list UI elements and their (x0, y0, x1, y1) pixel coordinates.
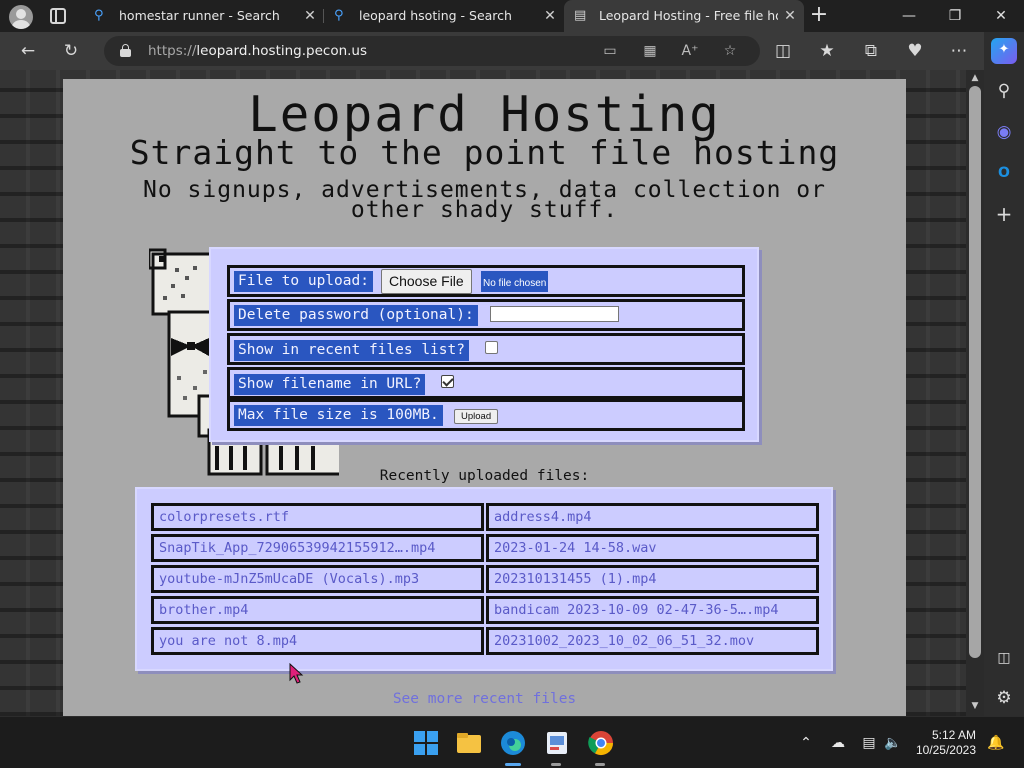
close-tab-icon[interactable]: ✕ (302, 0, 318, 32)
search-icon[interactable]: ⚲ (992, 79, 1016, 103)
scroll-up-icon[interactable]: ▲ (969, 73, 981, 83)
url-text[interactable]: https://leopard.hosting.pecon.us (148, 36, 367, 66)
file-row: File to upload: Choose File No file chos… (227, 265, 745, 297)
onedrive-cloud-icon[interactable]: ☁ (828, 733, 848, 753)
recent-file-link[interactable]: 2023-01-24 14-58.wav (486, 534, 819, 562)
tab-title: homestar runner - Search (119, 8, 280, 23)
sidebar-toggle-icon[interactable]: ◫ (992, 646, 1016, 670)
tab-leopard-hosting[interactable]: ▤ Leopard Hosting - Free file hosti ✕ (564, 0, 804, 32)
close-window-button[interactable]: ✕ (978, 0, 1024, 32)
no-file-chosen-text: No file chosen (481, 271, 549, 292)
new-tab-button[interactable]: + (808, 4, 830, 26)
paint-running-indicator (551, 763, 561, 766)
clock-date: 10/25/2023 (915, 743, 976, 757)
close-tab-icon[interactable]: ✕ (782, 0, 798, 32)
tab-title: Leopard Hosting - Free file hosti (599, 8, 778, 23)
choose-file-button[interactable]: Choose File (381, 269, 472, 294)
recent-file-link[interactable]: 20231002_2023_10_02_06_51_32.mov (486, 627, 819, 655)
browser-essentials-icon[interactable]: ♥ (904, 40, 926, 62)
recent-file-link[interactable]: bandicam 2023-10-09 02-47-36-5….mp4 (486, 596, 819, 624)
chrome-browser-icon[interactable] (587, 729, 615, 757)
copilot-discover-icon[interactable]: ◉ (992, 120, 1016, 144)
edge-browser-icon[interactable] (499, 729, 527, 757)
recent-file-link[interactable]: brother.mp4 (151, 596, 484, 624)
page-title: Leopard Hosting (248, 86, 721, 143)
search-icon: ⚲ (334, 8, 344, 23)
tab-actions-icon[interactable] (50, 8, 66, 24)
password-row: Delete password (optional): (227, 299, 745, 331)
page-subtitle: Straight to the point file hosting (129, 133, 840, 172)
notification-bell-icon[interactable]: 🔔 (986, 733, 1006, 753)
recent-file-link[interactable]: youtube-mJnZ5mUcaDE (Vocals).mp3 (151, 565, 484, 593)
page-icon: ▤ (574, 8, 587, 23)
page-tagline: No signups, advertisements, data collect… (143, 177, 826, 223)
profile-avatar-icon[interactable] (9, 5, 33, 29)
add-icon[interactable]: + (992, 202, 1016, 226)
recent-file-link[interactable]: SnapTik_App_72906539942155912….mp4 (151, 534, 484, 562)
more-menu-icon[interactable]: ⋯ (948, 40, 970, 62)
address-bar[interactable]: https://leopard.hosting.pecon.us ▭ ▦ A⁺ … (104, 36, 760, 66)
lock-icon[interactable] (120, 44, 131, 57)
page-viewport: Leopard Hosting Straight to the point fi… (0, 70, 966, 716)
outlook-icon[interactable]: O (992, 161, 1016, 185)
windows-start-icon[interactable] (412, 729, 440, 757)
restore-button[interactable]: ❐ (932, 0, 978, 32)
chrome-running-indicator (595, 763, 605, 766)
apps-grid-icon[interactable]: ▦ (640, 41, 660, 61)
minimize-button[interactable]: — (886, 0, 932, 32)
page-scrollbar[interactable]: ▲ ▼ (966, 70, 984, 716)
filename-label: Show filename in URL? (234, 374, 426, 395)
password-label: Delete password (optional): (234, 305, 478, 326)
file-explorer-icon[interactable] (455, 729, 483, 757)
mouse-cursor-icon (289, 663, 304, 684)
tab-homestar-search[interactable]: ⚲ homestar runner - Search ✕ (84, 0, 324, 32)
recent-list-row: Show in recent files list? (227, 333, 745, 365)
delete-password-field[interactable] (490, 306, 619, 322)
edge-running-indicator (505, 763, 521, 766)
recent-file-link[interactable]: you are not 8.mp4 (151, 627, 484, 655)
recent-file-link[interactable]: address4.mp4 (486, 503, 819, 531)
back-arrow-icon[interactable]: ← (17, 40, 39, 62)
browser-toolbar: ← ↻ https://leopard.hosting.pecon.us ▭ ▦… (0, 32, 984, 70)
page-content: Leopard Hosting Straight to the point fi… (63, 79, 906, 716)
close-tab-icon[interactable]: ✕ (542, 0, 558, 32)
recent-files-panel: colorpresets.rtf address4.mp4 SnapTik_Ap… (135, 487, 833, 671)
refresh-icon[interactable]: ↻ (60, 40, 82, 62)
filename-row: Show filename in URL? (227, 367, 745, 399)
tab-title: leopard hsoting - Search (359, 8, 512, 23)
collections-icon[interactable]: ⧉ (860, 40, 882, 62)
max-size-label: Max file size is 100MB. (234, 405, 443, 426)
search-icon: ⚲ (94, 8, 104, 23)
recent-list-label: Show in recent files list? (234, 340, 469, 361)
tab-leopard-search[interactable]: ⚲ leopard hsoting - Search ✕ (324, 0, 564, 32)
max-size-row: Max file size is 100MB. Upload (227, 399, 745, 431)
settings-gear-icon[interactable]: ⚙ (992, 686, 1016, 710)
upload-form: File to upload: Choose File No file chos… (209, 247, 759, 442)
favorites-icon[interactable]: ★ (816, 40, 838, 62)
show-hidden-icons-chevron-icon[interactable]: ⌃ (797, 733, 815, 753)
see-more-link[interactable]: See more recent files (63, 691, 906, 707)
scroll-down-icon[interactable]: ▼ (969, 701, 981, 711)
recent-file-link[interactable]: 202310131455 (1).mp4 (486, 565, 819, 593)
scrollbar-thumb[interactable] (969, 86, 981, 658)
clock-time: 5:12 AM (931, 728, 976, 742)
copilot-icon[interactable]: ✦ (991, 38, 1017, 64)
tab-strip: ⚲ homestar runner - Search ✕ ⚲ leopard h… (0, 0, 1024, 32)
upload-button[interactable]: Upload (454, 409, 499, 424)
edge-sidebar: ✦ ⚲ ◉ O + ◫ ⚙ (984, 32, 1024, 716)
device-icon[interactable]: ▭ (600, 41, 620, 61)
taskbar-clock[interactable]: 5:12 AM 10/25/2023 (906, 728, 976, 758)
windows-taskbar: ⌃ ☁ ▤ 🔈 5:12 AM 10/25/2023 🔔 (0, 716, 1024, 768)
read-aloud-icon[interactable]: A⁺ (680, 41, 700, 61)
volume-icon[interactable]: 🔈 (884, 733, 902, 753)
file-label: File to upload: (234, 271, 373, 292)
split-screen-icon[interactable]: ◫ (772, 40, 794, 62)
show-filename-checkbox[interactable] (441, 375, 454, 388)
recent-file-link[interactable]: colorpresets.rtf (151, 503, 484, 531)
paint-app-icon[interactable] (543, 729, 571, 757)
network-icon[interactable]: ▤ (860, 733, 878, 753)
recent-files-title: Recently uploaded files: (379, 468, 590, 484)
show-in-recent-checkbox[interactable] (485, 341, 498, 354)
favorite-star-icon[interactable]: ☆ (720, 41, 740, 61)
